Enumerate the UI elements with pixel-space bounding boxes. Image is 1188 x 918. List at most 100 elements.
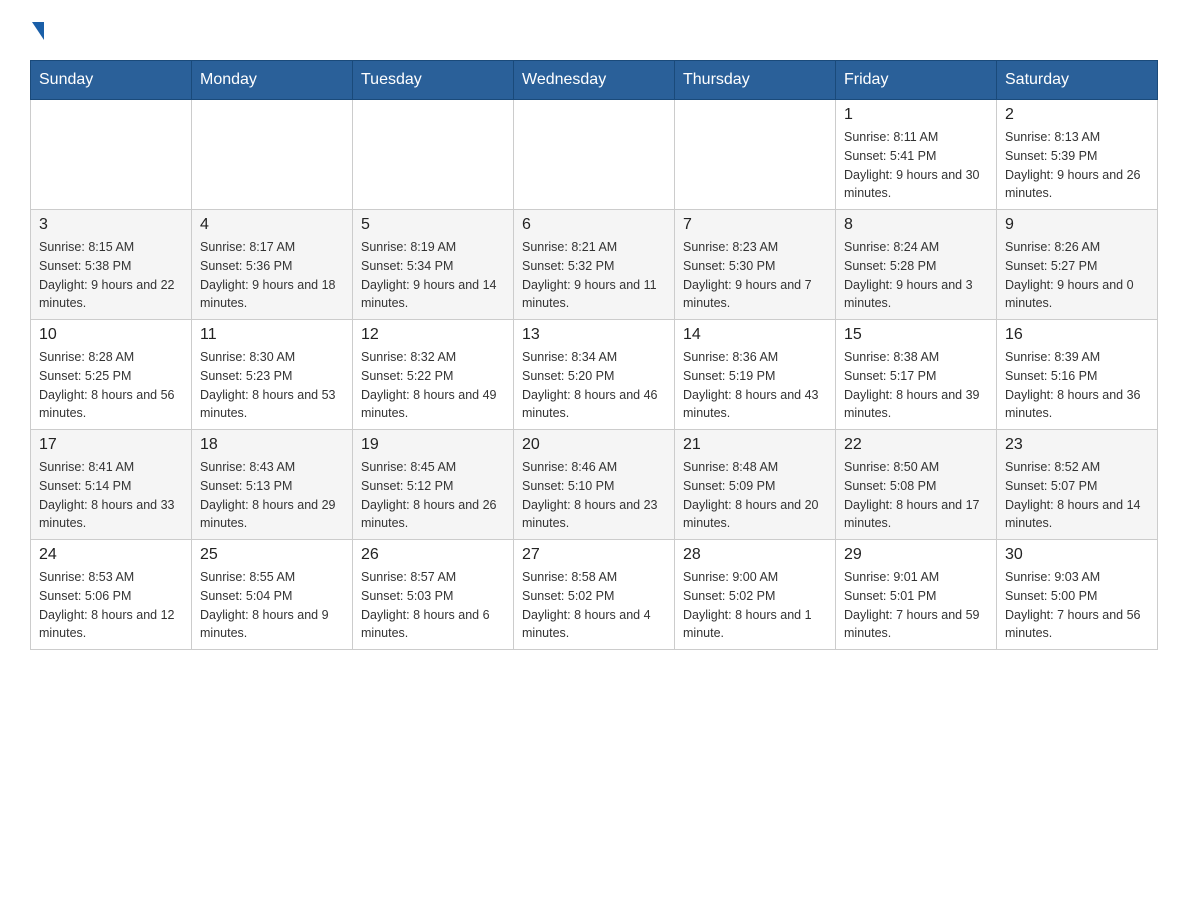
day-number: 30 — [1005, 546, 1149, 564]
day-number: 11 — [200, 326, 344, 344]
day-number: 10 — [39, 326, 183, 344]
day-number: 27 — [522, 546, 666, 564]
logo-triangle-icon — [32, 22, 44, 40]
calendar-cell: 18 Sunrise: 8:43 AMSunset: 5:13 PMDayligh… — [192, 430, 353, 540]
day-info: Sunrise: 9:01 AMSunset: 5:01 PMDaylight:… — [844, 568, 988, 643]
calendar-row-1: 3 Sunrise: 8:15 AMSunset: 5:38 PMDaylight… — [31, 210, 1158, 320]
day-info: Sunrise: 8:38 AMSunset: 5:17 PMDaylight:… — [844, 348, 988, 423]
day-number: 20 — [522, 436, 666, 454]
day-number: 21 — [683, 436, 827, 454]
page-header — [30, 20, 1158, 40]
day-info: Sunrise: 8:53 AMSunset: 5:06 PMDaylight:… — [39, 568, 183, 643]
day-number: 29 — [844, 546, 988, 564]
day-number: 15 — [844, 326, 988, 344]
calendar-cell: 16Sunrise: 8:39 AMSunset: 5:16 PMDayligh… — [997, 320, 1158, 430]
calendar-cell: 30 Sunrise: 9:03 AMSunset: 5:00 PMDayligh… — [997, 540, 1158, 650]
weekday-header-thursday: Thursday — [675, 61, 836, 100]
day-number: 24 — [39, 546, 183, 564]
calendar-cell: 10 Sunrise: 8:28 AMSunset: 5:25 PMDayligh… — [31, 320, 192, 430]
day-info: Sunrise: 8:13 AMSunset: 5:39 PMDaylight:… — [1005, 128, 1149, 203]
day-number: 13 — [522, 326, 666, 344]
day-info: Sunrise: 8:28 AMSunset: 5:25 PMDaylight:… — [39, 348, 183, 423]
day-number: 19 — [361, 436, 505, 454]
calendar-cell: 19 Sunrise: 8:45 AMSunset: 5:12 PMDayligh… — [353, 430, 514, 540]
calendar-cell — [31, 100, 192, 210]
day-number: 18 — [200, 436, 344, 454]
day-info: Sunrise: 8:26 AMSunset: 5:27 PMDaylight:… — [1005, 238, 1149, 313]
calendar-cell: 15 Sunrise: 8:38 AMSunset: 5:17 PMDayligh… — [836, 320, 997, 430]
calendar-row-4: 24 Sunrise: 8:53 AMSunset: 5:06 PMDayligh… — [31, 540, 1158, 650]
calendar-cell: 9 Sunrise: 8:26 AMSunset: 5:27 PMDaylight… — [997, 210, 1158, 320]
weekday-header-tuesday: Tuesday — [353, 61, 514, 100]
day-number: 5 — [361, 216, 505, 234]
day-info: Sunrise: 8:36 AMSunset: 5:19 PMDaylight:… — [683, 348, 827, 423]
weekday-header-friday: Friday — [836, 61, 997, 100]
calendar-cell: 3 Sunrise: 8:15 AMSunset: 5:38 PMDaylight… — [31, 210, 192, 320]
day-info: Sunrise: 8:48 AMSunset: 5:09 PMDaylight:… — [683, 458, 827, 533]
calendar-cell: 4 Sunrise: 8:17 AMSunset: 5:36 PMDaylight… — [192, 210, 353, 320]
weekday-header-sunday: Sunday — [31, 61, 192, 100]
day-info: Sunrise: 8:34 AMSunset: 5:20 PMDaylight:… — [522, 348, 666, 423]
day-info: Sunrise: 8:41 AMSunset: 5:14 PMDaylight:… — [39, 458, 183, 533]
day-info: Sunrise: 8:24 AMSunset: 5:28 PMDaylight:… — [844, 238, 988, 313]
day-number: 9 — [1005, 216, 1149, 234]
calendar-cell: 23Sunrise: 8:52 AMSunset: 5:07 PMDayligh… — [997, 430, 1158, 540]
calendar-cell: 12 Sunrise: 8:32 AMSunset: 5:22 PMDayligh… — [353, 320, 514, 430]
day-info: Sunrise: 8:58 AMSunset: 5:02 PMDaylight:… — [522, 568, 666, 643]
calendar-cell: 29 Sunrise: 9:01 AMSunset: 5:01 PMDayligh… — [836, 540, 997, 650]
weekday-header-row: SundayMondayTuesdayWednesdayThursdayFrid… — [31, 61, 1158, 100]
calendar-cell: 20 Sunrise: 8:46 AMSunset: 5:10 PMDayligh… — [514, 430, 675, 540]
day-number: 12 — [361, 326, 505, 344]
calendar-cell: 11 Sunrise: 8:30 AMSunset: 5:23 PMDayligh… — [192, 320, 353, 430]
day-info: Sunrise: 8:17 AMSunset: 5:36 PMDaylight:… — [200, 238, 344, 313]
day-number: 1 — [844, 106, 988, 124]
calendar-cell: 5 Sunrise: 8:19 AMSunset: 5:34 PMDaylight… — [353, 210, 514, 320]
logo — [30, 20, 44, 40]
calendar-table: SundayMondayTuesdayWednesdayThursdayFrid… — [30, 60, 1158, 650]
day-info: Sunrise: 9:03 AMSunset: 5:00 PMDaylight:… — [1005, 568, 1149, 643]
day-info: Sunrise: 8:21 AMSunset: 5:32 PMDaylight:… — [522, 238, 666, 313]
day-info: Sunrise: 8:43 AMSunset: 5:13 PMDaylight:… — [200, 458, 344, 533]
calendar-cell: 2 Sunrise: 8:13 AMSunset: 5:39 PMDaylight… — [997, 100, 1158, 210]
calendar-cell: 6 Sunrise: 8:21 AMSunset: 5:32 PMDaylight… — [514, 210, 675, 320]
day-info: Sunrise: 8:30 AMSunset: 5:23 PMDaylight:… — [200, 348, 344, 423]
weekday-header-wednesday: Wednesday — [514, 61, 675, 100]
calendar-cell — [675, 100, 836, 210]
day-number: 4 — [200, 216, 344, 234]
day-info: Sunrise: 8:32 AMSunset: 5:22 PMDaylight:… — [361, 348, 505, 423]
calendar-cell: 17 Sunrise: 8:41 AMSunset: 5:14 PMDayligh… — [31, 430, 192, 540]
day-info: Sunrise: 8:50 AMSunset: 5:08 PMDaylight:… — [844, 458, 988, 533]
day-info: Sunrise: 8:45 AMSunset: 5:12 PMDaylight:… — [361, 458, 505, 533]
day-number: 3 — [39, 216, 183, 234]
calendar-cell: 14 Sunrise: 8:36 AMSunset: 5:19 PMDayligh… — [675, 320, 836, 430]
day-info: Sunrise: 9:00 AMSunset: 5:02 PMDaylight:… — [683, 568, 827, 643]
calendar-cell: 26Sunrise: 8:57 AMSunset: 5:03 PMDayligh… — [353, 540, 514, 650]
calendar-cell: 24 Sunrise: 8:53 AMSunset: 5:06 PMDayligh… — [31, 540, 192, 650]
weekday-header-saturday: Saturday — [997, 61, 1158, 100]
day-number: 8 — [844, 216, 988, 234]
day-info: Sunrise: 8:19 AMSunset: 5:34 PMDaylight:… — [361, 238, 505, 313]
day-number: 22 — [844, 436, 988, 454]
day-number: 6 — [522, 216, 666, 234]
calendar-cell: 1 Sunrise: 8:11 AMSunset: 5:41 PMDaylight… — [836, 100, 997, 210]
calendar-cell: 21 Sunrise: 8:48 AMSunset: 5:09 PMDayligh… — [675, 430, 836, 540]
calendar-cell: 22 Sunrise: 8:50 AMSunset: 5:08 PMDayligh… — [836, 430, 997, 540]
day-number: 17 — [39, 436, 183, 454]
day-number: 26 — [361, 546, 505, 564]
day-number: 2 — [1005, 106, 1149, 124]
day-info: Sunrise: 8:55 AMSunset: 5:04 PMDaylight:… — [200, 568, 344, 643]
calendar-cell: 28Sunrise: 9:00 AMSunset: 5:02 PMDayligh… — [675, 540, 836, 650]
day-info: Sunrise: 8:11 AMSunset: 5:41 PMDaylight:… — [844, 128, 988, 203]
calendar-row-0: 1 Sunrise: 8:11 AMSunset: 5:41 PMDaylight… — [31, 100, 1158, 210]
day-number: 25 — [200, 546, 344, 564]
day-number: 14 — [683, 326, 827, 344]
calendar-cell — [192, 100, 353, 210]
day-number: 23 — [1005, 436, 1149, 454]
calendar-cell — [514, 100, 675, 210]
calendar-cell — [353, 100, 514, 210]
calendar-cell: 25 Sunrise: 8:55 AMSunset: 5:04 PMDayligh… — [192, 540, 353, 650]
day-info: Sunrise: 8:46 AMSunset: 5:10 PMDaylight:… — [522, 458, 666, 533]
day-number: 7 — [683, 216, 827, 234]
day-info: Sunrise: 8:15 AMSunset: 5:38 PMDaylight:… — [39, 238, 183, 313]
calendar-cell: 7Sunrise: 8:23 AMSunset: 5:30 PMDaylight… — [675, 210, 836, 320]
